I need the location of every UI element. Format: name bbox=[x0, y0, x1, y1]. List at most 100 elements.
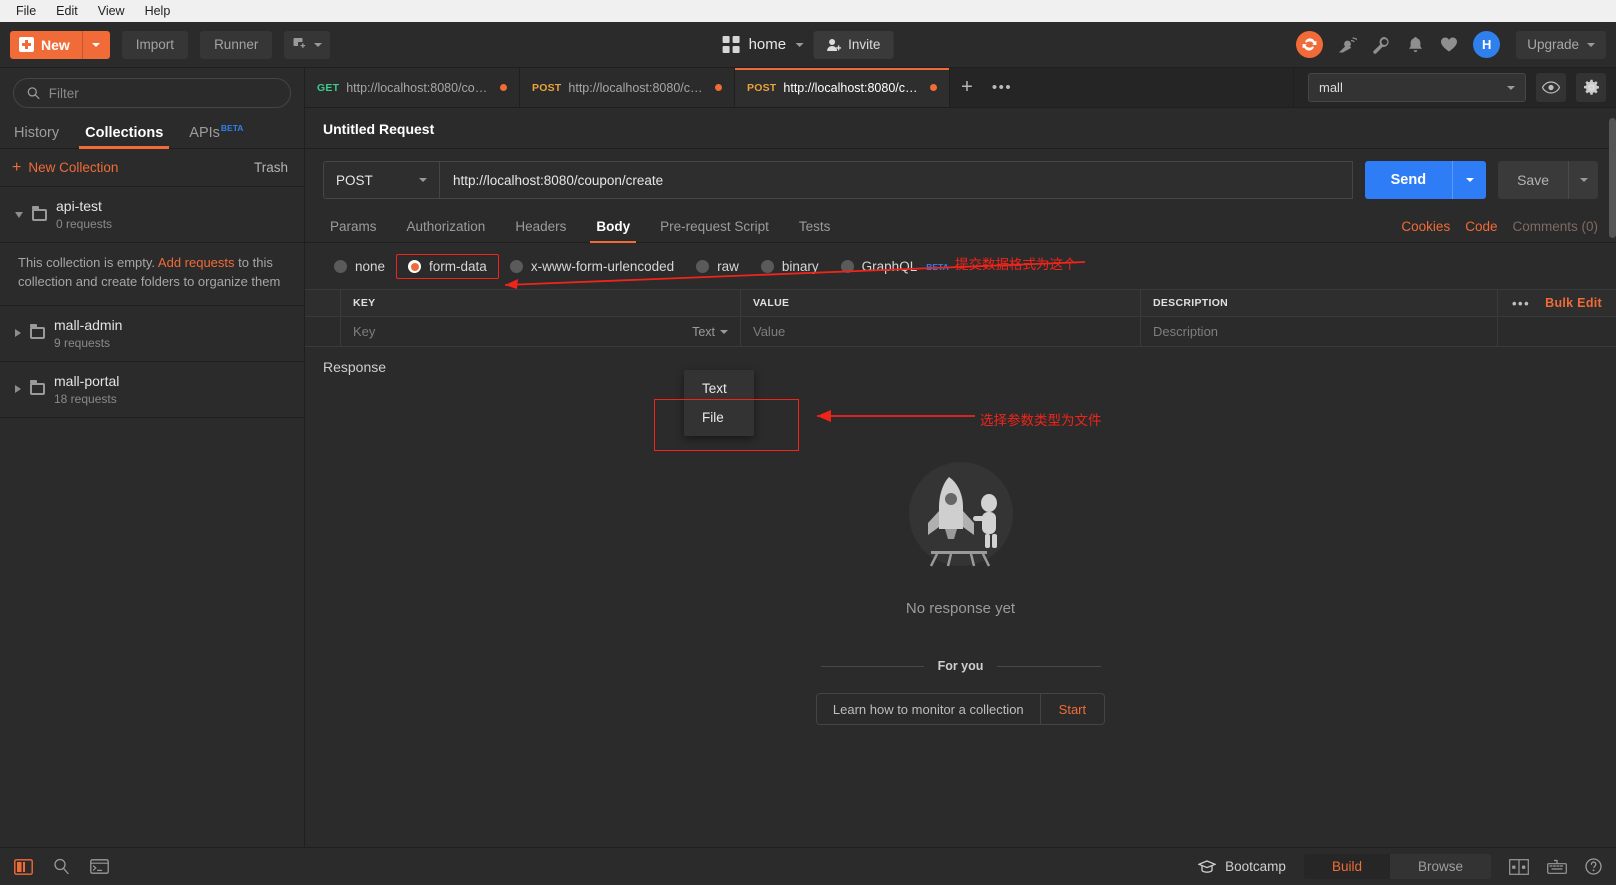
tab-more-button[interactable]: ••• bbox=[984, 68, 1020, 107]
save-options-button[interactable] bbox=[1568, 161, 1598, 199]
table-row[interactable]: Key Text Value Description bbox=[305, 317, 1616, 347]
save-button[interactable]: Save bbox=[1498, 161, 1598, 199]
param-type-dropdown[interactable]: Text File bbox=[684, 370, 754, 436]
tab-pre-request-script[interactable]: Pre-request Script bbox=[645, 219, 784, 242]
build-tab[interactable]: Build bbox=[1303, 854, 1390, 879]
upgrade-button[interactable]: Upgrade bbox=[1516, 30, 1606, 59]
status-bar-right: Bootcamp Build Browse bbox=[1198, 854, 1602, 879]
add-requests-link[interactable]: Add requests bbox=[158, 255, 235, 270]
new-button-label-wrap[interactable]: New bbox=[10, 31, 82, 59]
help-icon[interactable] bbox=[1585, 858, 1602, 875]
chevron-right-icon[interactable] bbox=[15, 385, 21, 394]
body-type-binary[interactable]: binary bbox=[750, 255, 830, 278]
row-description-cell[interactable]: Description bbox=[1141, 317, 1498, 346]
tab-params[interactable]: Params bbox=[323, 219, 392, 242]
search-box[interactable] bbox=[13, 78, 291, 108]
monitor-start-button[interactable]: Start bbox=[1039, 694, 1104, 724]
new-button-caret[interactable] bbox=[81, 30, 110, 59]
new-collection-button[interactable]: + New Collection bbox=[12, 158, 118, 176]
url-input[interactable] bbox=[453, 172, 1339, 188]
request-tab-2[interactable]: POST http://localhost:8080/coupon/... bbox=[520, 68, 735, 107]
table-more-button[interactable]: ••• bbox=[1512, 296, 1530, 311]
find-glyph bbox=[54, 858, 69, 875]
bootcamp-button[interactable]: Bootcamp bbox=[1198, 859, 1286, 874]
sync-icon[interactable] bbox=[1296, 31, 1324, 58]
monitor-suggestion[interactable]: Learn how to monitor a collection Start bbox=[815, 693, 1106, 725]
method-selector[interactable]: POST bbox=[323, 161, 440, 199]
runner-button[interactable]: Runner bbox=[200, 30, 273, 59]
browse-tab[interactable]: Browse bbox=[1390, 854, 1491, 879]
send-button[interactable]: Send bbox=[1364, 161, 1487, 199]
console-icon[interactable] bbox=[90, 859, 109, 874]
build-browse-toggle[interactable]: Build Browse bbox=[1303, 854, 1491, 879]
dropdown-option-text[interactable]: Text bbox=[684, 374, 754, 403]
send-options-button[interactable] bbox=[1452, 161, 1486, 199]
tab-headers[interactable]: Headers bbox=[500, 219, 581, 242]
new-button[interactable]: New bbox=[10, 30, 110, 59]
chevron-right-icon[interactable] bbox=[15, 329, 21, 338]
environment-area: mall bbox=[1293, 68, 1616, 107]
import-button[interactable]: Import bbox=[121, 30, 189, 59]
comments-link[interactable]: Comments (0) bbox=[1512, 219, 1598, 234]
send-label: Send bbox=[1390, 172, 1427, 188]
sidebar-toggle-icon[interactable] bbox=[14, 858, 33, 875]
environment-quick-look-button[interactable] bbox=[1536, 73, 1566, 102]
row-key-cell[interactable]: Key Text bbox=[341, 317, 741, 346]
satellite-icon[interactable] bbox=[1337, 35, 1357, 55]
sidebar-tab-collections[interactable]: Collections bbox=[79, 125, 170, 149]
request-tab-3[interactable]: POST http://localhost:8080/coupon/... bbox=[735, 68, 950, 107]
row-checkbox-cell[interactable] bbox=[305, 317, 341, 346]
plus-icon: + bbox=[12, 158, 22, 176]
workspace-selector[interactable]: home bbox=[722, 36, 804, 53]
for-you-label: For you bbox=[937, 659, 984, 673]
empty-note-part-a: This collection is empty. bbox=[18, 255, 158, 270]
row-value-cell[interactable]: Value bbox=[741, 317, 1141, 346]
body-type-graphql[interactable]: GraphQL BETA bbox=[830, 255, 960, 278]
filter-wrap bbox=[0, 68, 304, 117]
body-type-raw[interactable]: raw bbox=[685, 255, 750, 278]
request-tab-bar: GET http://localhost:8080/coupon/li... P… bbox=[305, 68, 1616, 108]
chevron-down-icon[interactable] bbox=[15, 211, 23, 218]
menu-item-view[interactable]: View bbox=[88, 2, 135, 20]
bell-icon[interactable] bbox=[1405, 35, 1425, 55]
tab-body[interactable]: Body bbox=[581, 219, 645, 243]
menu-item-help[interactable]: Help bbox=[135, 2, 181, 20]
collection-item-mall-admin[interactable]: mall-admin 9 requests bbox=[0, 306, 304, 362]
keyboard-icon[interactable] bbox=[1547, 859, 1567, 874]
param-type-selector[interactable]: Text bbox=[692, 325, 728, 339]
environment-settings-button[interactable] bbox=[1576, 73, 1606, 102]
bulk-edit-button[interactable]: Bulk Edit bbox=[1545, 296, 1602, 310]
environment-selector[interactable]: mall bbox=[1308, 73, 1526, 102]
sidebar-tab-apis[interactable]: APIsBETA bbox=[189, 123, 243, 148]
invite-button[interactable]: Invite bbox=[813, 30, 894, 59]
dropdown-option-file[interactable]: File bbox=[684, 403, 754, 432]
collection-item-api-test[interactable]: api-test 0 requests bbox=[0, 187, 304, 243]
heart-icon[interactable] bbox=[1439, 35, 1459, 55]
new-tab-button[interactable]: + bbox=[950, 68, 984, 107]
wrench-icon[interactable] bbox=[1371, 35, 1391, 55]
collection-item-mall-portal[interactable]: mall-portal 18 requests bbox=[0, 362, 304, 418]
body-type-none[interactable]: none bbox=[323, 255, 396, 278]
code-link[interactable]: Code bbox=[1465, 219, 1497, 234]
tab-tests[interactable]: Tests bbox=[784, 219, 846, 242]
menu-item-edit[interactable]: Edit bbox=[46, 2, 88, 20]
two-pane-icon[interactable] bbox=[1509, 858, 1529, 875]
menu-item-file[interactable]: File bbox=[6, 2, 46, 20]
tab-authorization[interactable]: Authorization bbox=[392, 219, 501, 242]
sidebar-tab-history[interactable]: History bbox=[14, 125, 59, 148]
new-window-button[interactable] bbox=[284, 30, 331, 59]
body-type-urlencoded[interactable]: x-www-form-urlencoded bbox=[499, 255, 685, 278]
cookies-link[interactable]: Cookies bbox=[1401, 219, 1450, 234]
collection-name: mall-portal bbox=[54, 372, 120, 389]
url-input-wrap[interactable] bbox=[440, 161, 1353, 199]
find-icon[interactable] bbox=[53, 858, 70, 875]
heart-glyph bbox=[1441, 37, 1458, 52]
trash-button[interactable]: Trash bbox=[254, 160, 288, 175]
avatar[interactable]: H bbox=[1473, 31, 1501, 58]
request-tab-1[interactable]: GET http://localhost:8080/coupon/li... bbox=[305, 68, 520, 107]
search-input[interactable] bbox=[48, 85, 277, 101]
body-type-form-data[interactable]: form-data bbox=[396, 254, 499, 279]
divider-line bbox=[997, 665, 1101, 667]
status-bar: Bootcamp Build Browse bbox=[0, 847, 1616, 885]
vertical-scrollbar[interactable] bbox=[1609, 118, 1616, 238]
